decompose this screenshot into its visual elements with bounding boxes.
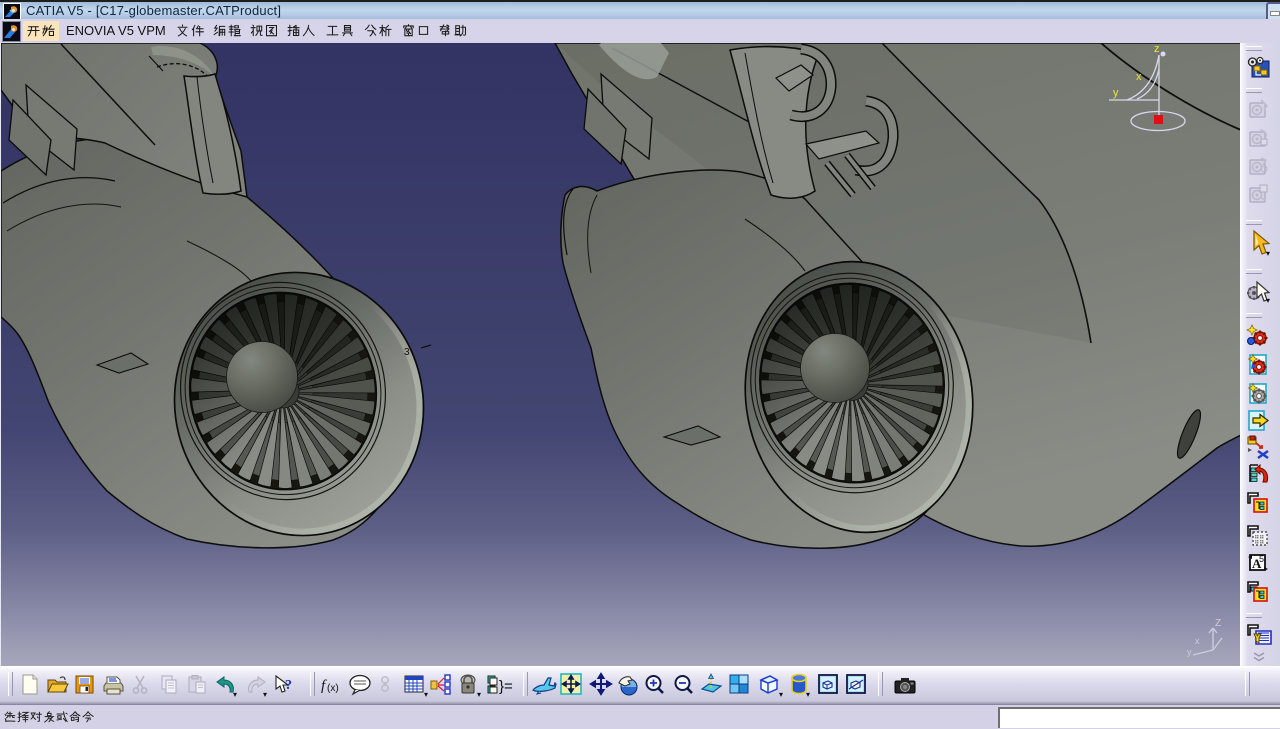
- svg-text:}=: }=: [499, 678, 513, 695]
- svg-text:(x): (x): [327, 683, 339, 694]
- svg-text:Z: Z: [1215, 618, 1221, 629]
- svg-text:z: z: [1154, 43, 1160, 55]
- svg-text:y: y: [1113, 87, 1119, 99]
- svg-text:x: x: [1136, 71, 1142, 83]
- svg-text:3: 3: [404, 347, 410, 358]
- svg-text:?: ?: [285, 678, 292, 693]
- svg-text:x: x: [1195, 636, 1200, 646]
- svg-text:5: 5: [1259, 554, 1264, 564]
- svg-text:y: y: [1187, 647, 1192, 657]
